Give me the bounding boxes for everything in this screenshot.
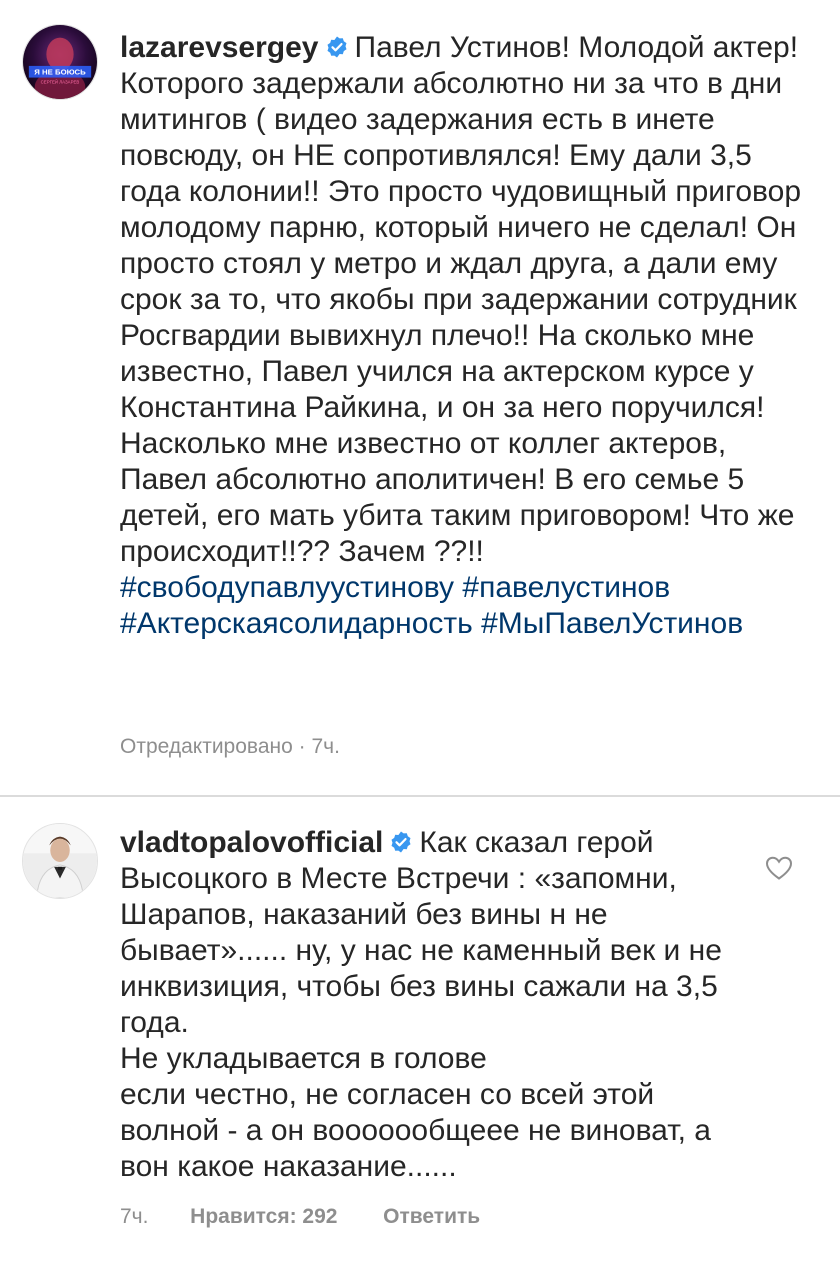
svg-text:Я НЕ БОЮСЬ: Я НЕ БОЮСЬ xyxy=(34,68,86,77)
verified-badge-icon xyxy=(389,830,413,854)
meta-separator: · xyxy=(298,735,306,758)
hashtag-link[interactable]: #павелустинов xyxy=(462,571,670,604)
post-caption: Я НЕ БОЮСЬ СЕРГЕЙ ЛАЗАРЕВ lazarevsergey П… xyxy=(0,0,840,795)
likes-count[interactable]: Нравится: 292 xyxy=(190,1205,337,1228)
comment-paragraph: если честно, не согласен со всей этой во… xyxy=(120,1078,711,1183)
hashtag-link[interactable]: #МыПавелУстинов xyxy=(481,607,743,640)
comment: vladtopalovofficial Как сказал герой Высо… xyxy=(0,797,840,1280)
post-timestamp[interactable]: 7ч. xyxy=(311,735,339,758)
post-meta: Отредактировано · 7ч. xyxy=(120,735,340,759)
edited-label: Отредактировано xyxy=(120,735,293,758)
avatar-vladtopalovofficial[interactable] xyxy=(22,823,98,899)
username-link[interactable]: lazarevsergey xyxy=(120,31,319,64)
verified-badge-icon xyxy=(325,35,349,59)
reply-button[interactable]: Ответить xyxy=(383,1205,480,1228)
username-link[interactable]: vladtopalovofficial xyxy=(120,826,383,859)
svg-text:СЕРГЕЙ ЛАЗАРЕВ: СЕРГЕЙ ЛАЗАРЕВ xyxy=(41,79,80,84)
comment-paragraph: Не укладывается в голове xyxy=(120,1042,487,1075)
comment-timestamp[interactable]: 7ч. xyxy=(120,1205,148,1228)
hashtag-link[interactable]: #свободупавлуустинову xyxy=(120,571,454,604)
comment-meta: 7ч. Нравится: 292 Ответить xyxy=(120,1205,480,1229)
avatar-lazarevsergey[interactable]: Я НЕ БОЮСЬ СЕРГЕЙ ЛАЗАРЕВ xyxy=(22,24,98,100)
caption-body: Павел Устинов! Молодой актер! Которого з… xyxy=(120,31,802,568)
hashtag-link[interactable]: #Актерскаясолидарность xyxy=(120,607,473,640)
post-caption-text: lazarevsergey Павел Устинов! Молодой акте… xyxy=(120,30,810,642)
heart-outline-icon[interactable] xyxy=(764,853,794,883)
comment-text: vladtopalovofficial Как сказал герой Высо… xyxy=(120,825,740,1185)
